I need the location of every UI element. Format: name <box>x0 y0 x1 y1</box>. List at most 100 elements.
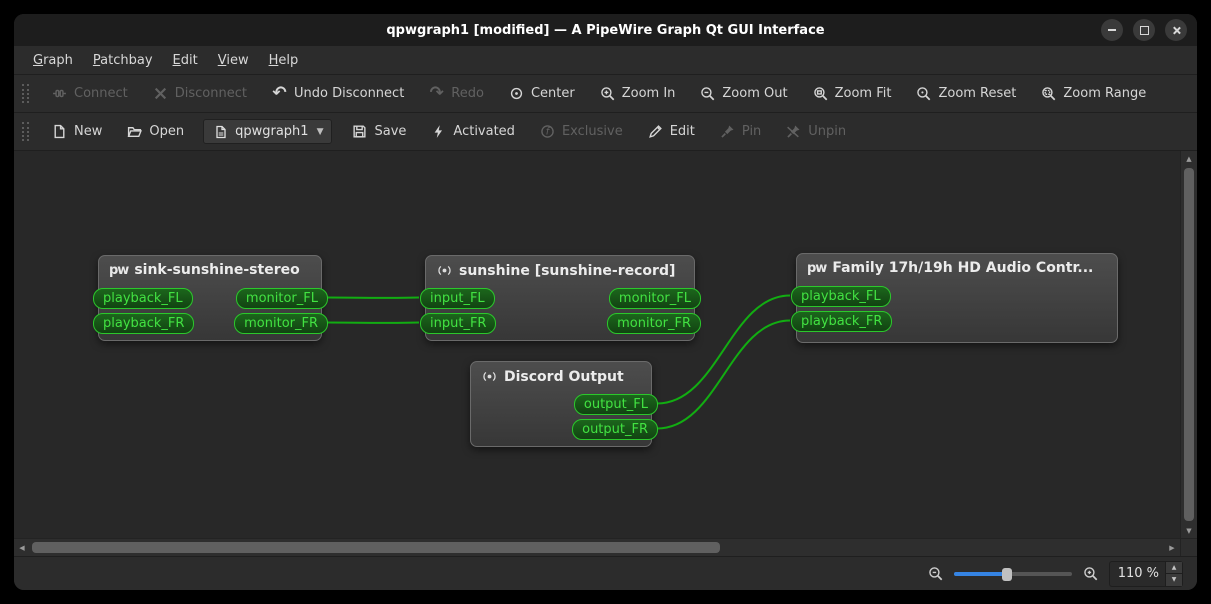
node-family-hd-audio[interactable]: pw Family 17h/19h HD Audio Contr... play… <box>791 253 1118 343</box>
center-button[interactable]: Center <box>499 80 584 107</box>
unpin-label: Unpin <box>808 124 847 139</box>
save-button[interactable]: Save <box>342 118 415 145</box>
pencil-icon <box>647 123 664 140</box>
zoom-spinbox[interactable]: 110 % ▲ ▼ <box>1108 560 1183 587</box>
connect-label: Connect <box>74 86 128 101</box>
new-button[interactable]: New <box>42 118 111 145</box>
unpin-icon <box>785 123 802 140</box>
toolbar-handle[interactable] <box>22 84 29 103</box>
port-playback-fl[interactable]: playback_FL <box>93 288 193 309</box>
open-button[interactable]: Open <box>117 118 193 145</box>
zoom-out-small-icon <box>927 565 944 582</box>
zoom-reset-button[interactable]: Zoom Reset <box>906 80 1025 107</box>
unpin-button[interactable]: Unpin <box>776 118 855 145</box>
menu-bar: Graph Patchbay Edit View Help <box>14 46 1197 75</box>
port-monitor-fl[interactable]: monitor_FL <box>235 288 328 309</box>
lightning-icon <box>430 123 447 140</box>
spin-down-button[interactable]: ▼ <box>1165 573 1182 586</box>
zoom-out-button[interactable]: Zoom Out <box>690 80 796 107</box>
node-header: pw sink-sunshine-stereo <box>99 256 321 280</box>
zoom-range-button[interactable]: Zoom Range <box>1031 80 1155 107</box>
scrollbar-corner <box>1180 539 1197 556</box>
patchbay-toolbar: New Open qpwgraph1 ▼ Save Activated f Ex… <box>14 113 1197 151</box>
zoom-in-button[interactable]: Zoom In <box>590 80 685 107</box>
patchbay-combobox-value: qpwgraph1 <box>235 124 309 139</box>
vertical-scrollbar-thumb[interactable] <box>1184 168 1194 521</box>
activated-button[interactable]: Activated <box>421 118 524 145</box>
node-sunshine-record[interactable]: sunshine [sunshine-record] input_FL inpu… <box>420 255 701 341</box>
scroll-right-arrow[interactable]: ▶ <box>1164 539 1180 556</box>
disconnect-icon <box>152 85 169 102</box>
save-icon <box>351 123 368 140</box>
disconnect-button[interactable]: Disconnect <box>143 80 256 107</box>
disconnect-label: Disconnect <box>174 86 247 101</box>
scroll-left-arrow[interactable]: ◀ <box>14 539 30 556</box>
save-label: Save <box>374 124 407 139</box>
node-sink-sunshine-stereo[interactable]: pw sink-sunshine-stereo playback_FL play… <box>93 255 328 341</box>
zoom-in-small-icon <box>1082 565 1099 582</box>
menu-graph[interactable]: Graph <box>24 50 82 71</box>
menu-edit[interactable]: Edit <box>164 50 207 71</box>
edit-button[interactable]: Edit <box>638 118 704 145</box>
zoom-range-label: Zoom Range <box>1063 86 1147 101</box>
port-output-fr[interactable]: output_FR <box>572 419 658 440</box>
zoom-reset-label: Zoom Reset <box>938 86 1017 101</box>
zoom-slider-track[interactable] <box>953 571 1072 576</box>
minimize-button[interactable] <box>1101 19 1123 41</box>
edit-label: Edit <box>669 124 695 139</box>
patchbay-combobox[interactable]: qpwgraph1 ▼ <box>203 119 333 144</box>
port-monitor-fl[interactable]: monitor_FL <box>608 288 701 309</box>
maximize-button[interactable] <box>1133 19 1155 41</box>
patchbay-file-icon <box>212 123 229 140</box>
connection-lines <box>326 294 791 430</box>
scroll-down-arrow[interactable]: ▼ <box>1181 523 1197 538</box>
port-input-fr[interactable]: input_FR <box>420 313 497 334</box>
zoom-fit-button[interactable]: Zoom Fit <box>803 80 901 107</box>
undo-disconnect-label: Undo Disconnect <box>293 86 405 101</box>
close-button[interactable] <box>1165 19 1187 41</box>
port-monitor-fr[interactable]: monitor_FR <box>607 313 701 334</box>
scroll-up-arrow[interactable]: ▲ <box>1181 151 1197 166</box>
activated-label: Activated <box>453 124 515 139</box>
toolbar-handle[interactable] <box>22 122 29 141</box>
exclusive-label: Exclusive <box>561 124 623 139</box>
horizontal-scrollbar-thumb[interactable] <box>32 542 720 553</box>
window-title: qpwgraph1 [modified] — A PipeWire Graph … <box>386 22 825 38</box>
port-playback-fr[interactable]: playback_FR <box>93 313 195 334</box>
port-input-fl[interactable]: input_FL <box>420 288 495 309</box>
menu-help[interactable]: Help <box>260 50 308 71</box>
port-monitor-fr[interactable]: monitor_FR <box>234 313 328 334</box>
title-bar: qpwgraph1 [modified] — A PipeWire Graph … <box>14 14 1197 46</box>
node-header: pw Family 17h/19h HD Audio Contr... <box>797 254 1117 278</box>
center-label: Center <box>530 86 575 101</box>
undo-icon: ↶ <box>272 83 287 103</box>
port-output-fl[interactable]: output_FL <box>573 394 658 415</box>
pin-label: Pin <box>741 124 762 139</box>
node-discord-output[interactable]: Discord Output output_FL output_FR <box>470 361 658 447</box>
zoom-slider-handle[interactable] <box>1001 567 1012 581</box>
undo-disconnect-button[interactable]: ↶ Undo Disconnect <box>262 80 413 107</box>
redo-button[interactable]: ↷ Redo <box>419 80 493 107</box>
vertical-scrollbar[interactable]: ▲ ▼ <box>1180 151 1197 538</box>
graph-toolbar: Connect Disconnect ↶ Undo Disconnect ↷ R… <box>14 75 1197 113</box>
graph-canvas[interactable]: pw sink-sunshine-stereo playback_FL play… <box>14 151 1180 538</box>
zoom-out-icon <box>699 85 716 102</box>
exclusive-button[interactable]: f Exclusive <box>530 118 632 145</box>
pin-button[interactable]: Pin <box>710 118 770 145</box>
node-title: Family 17h/19h HD Audio Contr... <box>832 260 1094 276</box>
zoom-slider[interactable] <box>953 566 1072 582</box>
spin-up-button[interactable]: ▲ <box>1165 561 1182 573</box>
menu-view[interactable]: View <box>209 50 258 71</box>
redo-icon: ↷ <box>429 83 444 103</box>
menu-patchbay[interactable]: Patchbay <box>84 50 162 71</box>
open-label: Open <box>149 124 185 139</box>
port-playback-fl[interactable]: playback_FL <box>791 286 891 307</box>
status-bar: 110 % ▲ ▼ <box>14 556 1197 590</box>
zoom-in-icon <box>599 85 616 102</box>
connect-button[interactable]: Connect <box>42 80 137 107</box>
horizontal-scrollbar[interactable]: ◀ ▶ <box>14 538 1197 556</box>
zoom-slider-fill <box>953 571 1006 576</box>
zoom-reset-icon <box>915 85 932 102</box>
port-playback-fr[interactable]: playback_FR <box>791 311 893 332</box>
minimize-icon <box>1108 29 1116 31</box>
